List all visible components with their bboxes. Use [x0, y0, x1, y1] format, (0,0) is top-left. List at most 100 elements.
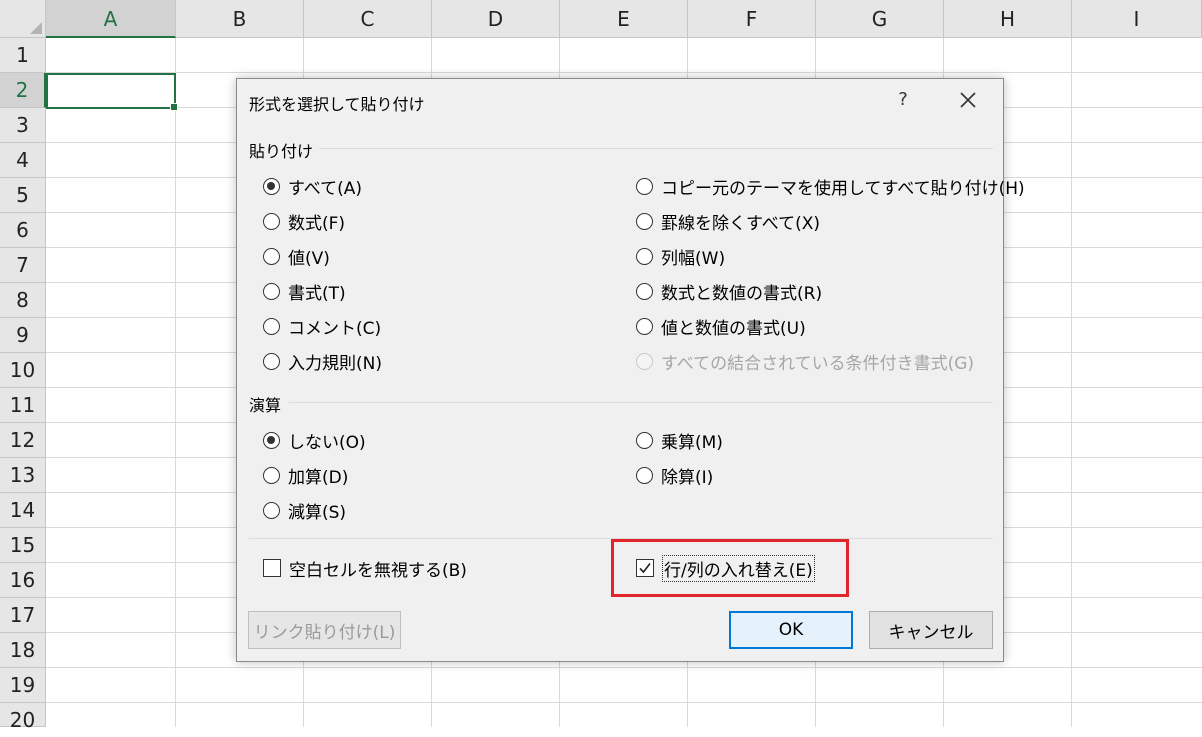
- paste-option-values-number-formats[interactable]: 値と数値の書式(U): [636, 313, 806, 339]
- paste-option-formulas-label: 数式(F): [288, 213, 346, 234]
- gridline: [46, 667, 1202, 668]
- paste-option-formats-label: 書式(T): [288, 283, 346, 304]
- operation-subtract-label: 減算(S): [288, 502, 347, 523]
- row-header-7[interactable]: 7: [0, 248, 46, 283]
- paste-option-except-borders-label: 罫線を除くすべて(X): [661, 213, 821, 234]
- checkbox[interactable]: [263, 559, 281, 577]
- paste-option-formulas-number-formats[interactable]: 数式と数値の書式(R): [636, 278, 822, 304]
- paste-option-validation[interactable]: 入力規則(N): [263, 348, 382, 374]
- fill-handle[interactable]: [170, 103, 178, 111]
- select-all-button[interactable]: [0, 0, 46, 38]
- row-header-6[interactable]: 6: [0, 213, 46, 248]
- radio-disabled: [636, 352, 653, 370]
- gridline: [46, 72, 1202, 73]
- row-header-14[interactable]: 14: [0, 493, 46, 528]
- paste-option-formats[interactable]: 書式(T): [263, 278, 346, 304]
- radio[interactable]: [263, 317, 280, 335]
- row-header-11[interactable]: 11: [0, 388, 46, 423]
- row-header-13[interactable]: 13: [0, 458, 46, 493]
- row-header-15[interactable]: 15: [0, 528, 46, 563]
- select-all-triangle-icon: [30, 22, 42, 34]
- dialog-title: 形式を選択して貼り付け: [249, 95, 425, 114]
- gridline: [46, 702, 1202, 703]
- paste-option-source-theme-label: コピー元のテーマを使用してすべて貼り付け(H): [661, 178, 1025, 199]
- row-header-12[interactable]: 12: [0, 423, 46, 458]
- column-header-c[interactable]: C: [304, 0, 432, 38]
- help-icon[interactable]: ?: [893, 89, 913, 110]
- row-header-10[interactable]: 10: [0, 353, 46, 388]
- paste-option-formulas[interactable]: 数式(F): [263, 208, 345, 234]
- operation-add[interactable]: 加算(D): [263, 462, 348, 488]
- radio-checked[interactable]: [263, 177, 280, 195]
- row-header-20[interactable]: 20: [0, 703, 46, 732]
- radio[interactable]: [263, 501, 280, 519]
- paste-option-all-label: すべて(A): [288, 178, 363, 199]
- cancel-button[interactable]: キャンセル: [869, 611, 993, 649]
- radio[interactable]: [636, 177, 653, 195]
- operation-divide[interactable]: 除算(I): [636, 462, 713, 488]
- operation-none[interactable]: しない(O): [263, 427, 366, 453]
- paste-group-label: 貼り付け: [249, 142, 314, 161]
- column-header-e[interactable]: E: [560, 0, 688, 38]
- paste-option-validation-label: 入力規則(N): [288, 353, 382, 374]
- radio[interactable]: [263, 282, 280, 300]
- row-header-19[interactable]: 19: [0, 668, 46, 703]
- paste-option-column-widths[interactable]: 列幅(W): [636, 243, 725, 269]
- close-icon[interactable]: [955, 87, 981, 113]
- radio[interactable]: [636, 466, 653, 484]
- radio[interactable]: [636, 431, 653, 449]
- column-header-d[interactable]: D: [432, 0, 560, 38]
- highlight-box: [611, 539, 849, 597]
- radio[interactable]: [636, 212, 653, 230]
- paste-option-values-number-formats-label: 値と数値の書式(U): [661, 318, 806, 339]
- operation-multiply[interactable]: 乗算(M): [636, 427, 723, 453]
- paste-link-button[interactable]: リンク貼り付け(L): [248, 611, 401, 649]
- column-header-b[interactable]: B: [176, 0, 304, 38]
- radio[interactable]: [263, 247, 280, 265]
- paste-option-all[interactable]: すべて(A): [263, 173, 362, 199]
- column-header-g[interactable]: G: [816, 0, 944, 38]
- radio-checked[interactable]: [263, 431, 280, 449]
- row-header-18[interactable]: 18: [0, 633, 46, 668]
- column-header-i[interactable]: I: [1072, 0, 1202, 38]
- column-header-h[interactable]: H: [944, 0, 1072, 38]
- radio[interactable]: [263, 466, 280, 484]
- column-header-f[interactable]: F: [688, 0, 816, 38]
- paste-option-formulas-number-formats-label: 数式と数値の書式(R): [661, 283, 823, 304]
- paste-option-merged-conditional-formats: すべての結合されている条件付き書式(G): [636, 348, 974, 374]
- row-header-5[interactable]: 5: [0, 178, 46, 213]
- row-header-8[interactable]: 8: [0, 283, 46, 318]
- skip-blanks-label: 空白セルを無視する(B): [289, 560, 467, 581]
- row-header-4[interactable]: 4: [0, 143, 46, 178]
- column-header-a[interactable]: A: [46, 0, 176, 38]
- paste-option-comments[interactable]: コメント(C): [263, 313, 381, 339]
- row-header-3[interactable]: 3: [0, 108, 46, 143]
- paste-option-values[interactable]: 値(V): [263, 243, 330, 269]
- operation-group-label: 演算: [249, 396, 282, 415]
- paste-option-source-theme[interactable]: コピー元のテーマを使用してすべて貼り付け(H): [636, 173, 1025, 199]
- active-cell-a2[interactable]: [46, 73, 178, 111]
- radio[interactable]: [263, 212, 280, 230]
- skip-blanks-checkbox[interactable]: 空白セルを無視する(B): [263, 555, 467, 581]
- ok-button[interactable]: OK: [729, 611, 853, 649]
- paste-group-divider: [319, 148, 993, 149]
- paste-option-except-borders[interactable]: 罫線を除くすべて(X): [636, 208, 820, 234]
- radio[interactable]: [636, 317, 653, 335]
- paste-option-column-widths-label: 列幅(W): [661, 248, 726, 269]
- row-header-9[interactable]: 9: [0, 318, 46, 353]
- operation-add-label: 加算(D): [288, 467, 349, 488]
- paste-option-values-label: 値(V): [288, 248, 330, 269]
- row-header-17[interactable]: 17: [0, 598, 46, 633]
- row-header-16[interactable]: 16: [0, 563, 46, 598]
- row-header-1[interactable]: 1: [0, 38, 46, 73]
- radio[interactable]: [636, 282, 653, 300]
- paste-option-merged-conditional-formats-label: すべての結合されている条件付き書式(G): [661, 353, 975, 374]
- paste-special-dialog: 形式を選択して貼り付け ? 貼り付け すべて(A) 数式(F) 値(V) 書式(…: [236, 78, 1025, 662]
- row-header-2[interactable]: 2: [0, 73, 46, 108]
- radio[interactable]: [263, 352, 280, 370]
- operation-subtract[interactable]: 減算(S): [263, 497, 346, 523]
- operation-divide-label: 除算(I): [661, 467, 714, 488]
- operation-multiply-label: 乗算(M): [661, 432, 723, 453]
- radio[interactable]: [636, 247, 653, 265]
- operation-group-divider: [289, 402, 993, 403]
